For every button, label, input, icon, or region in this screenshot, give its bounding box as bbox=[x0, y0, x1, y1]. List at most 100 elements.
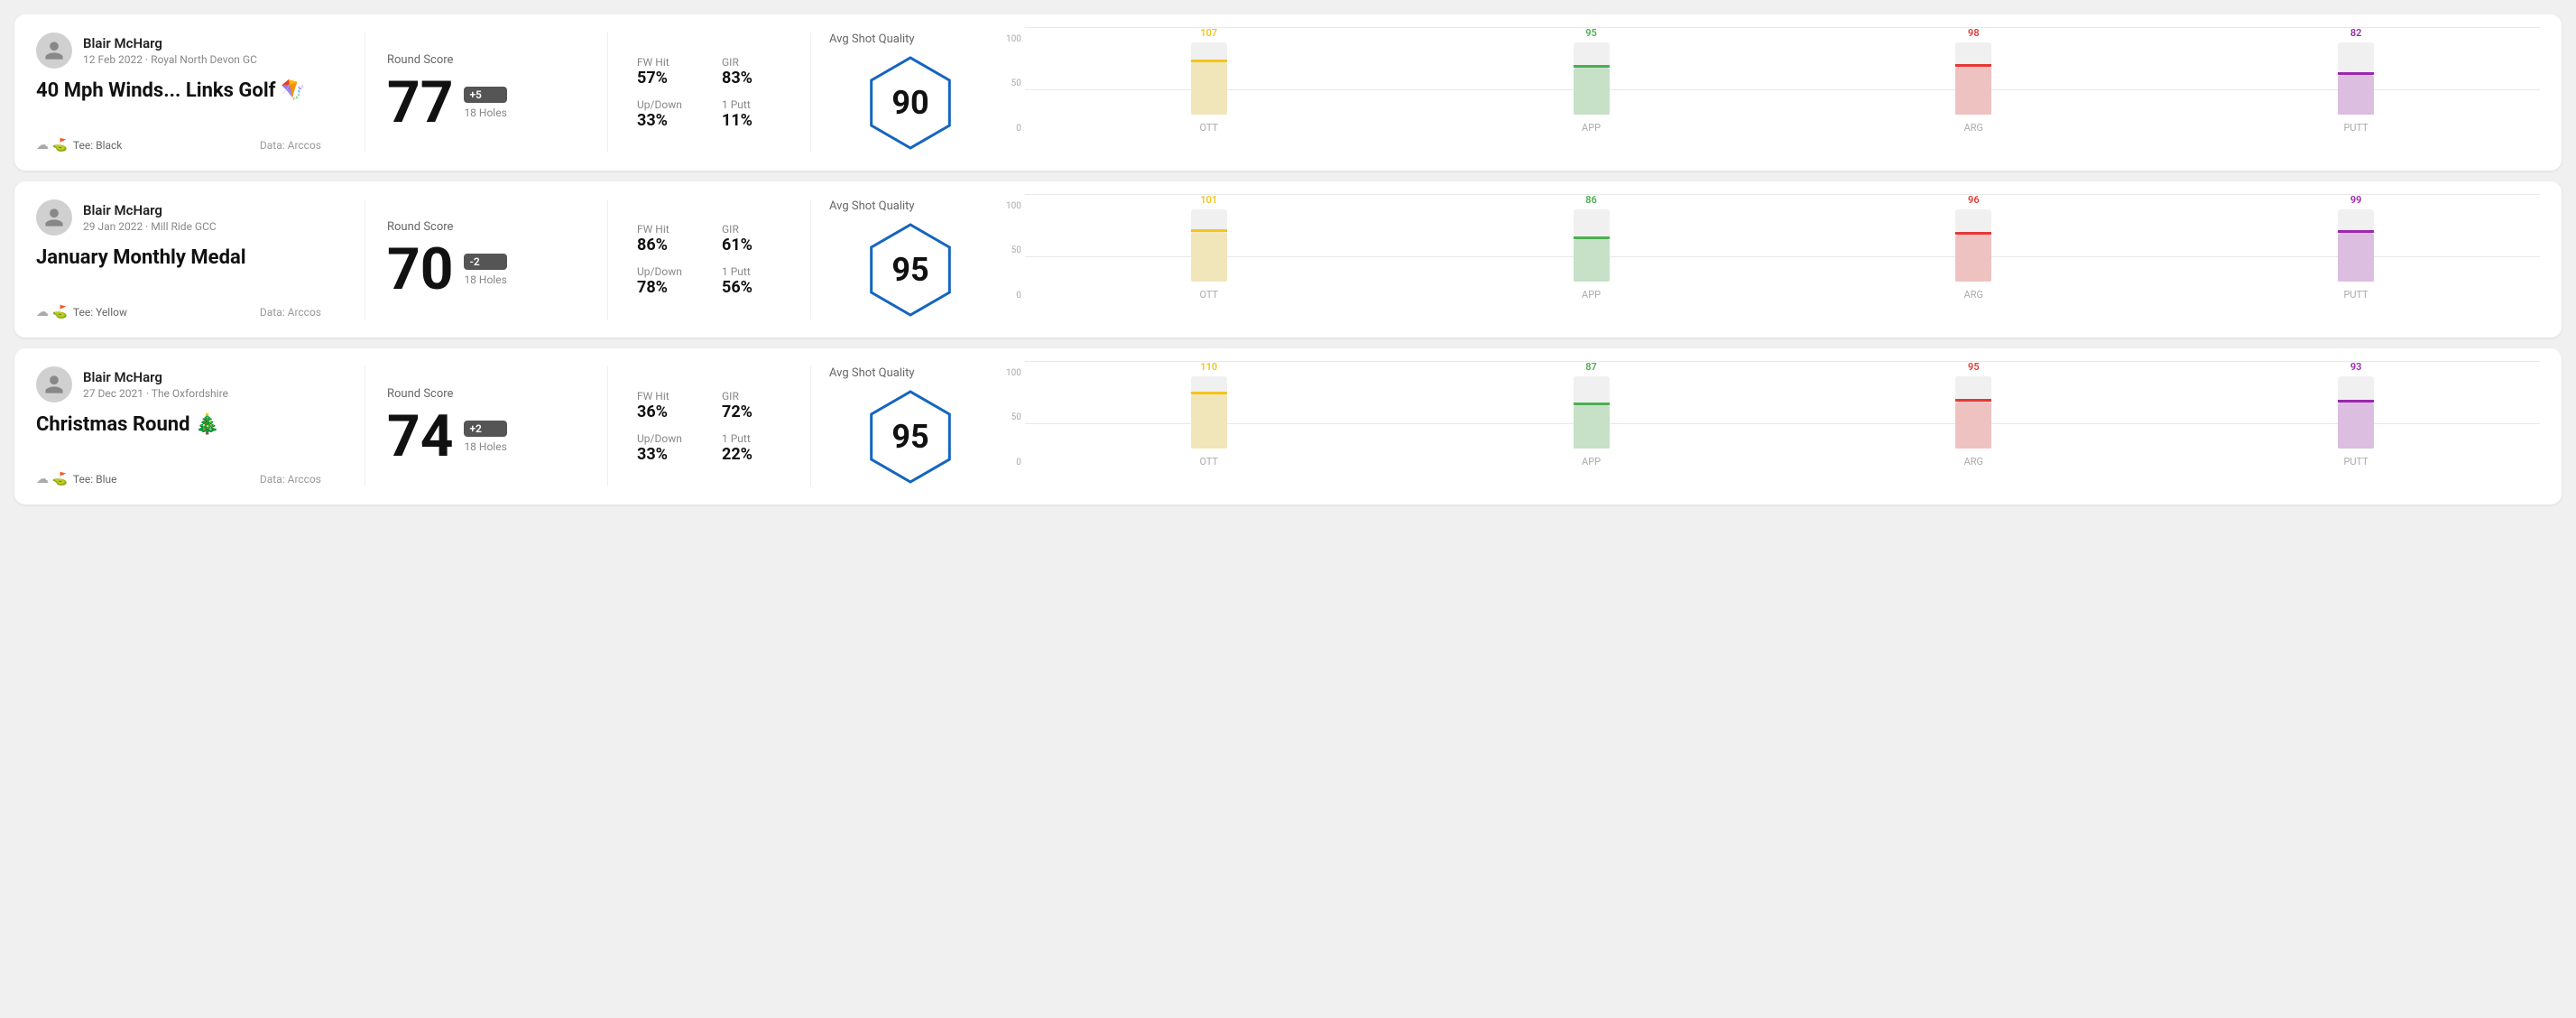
stats-grid: FW Hit 57% GIR 83% Up/Down 33% 1 Putt 11… bbox=[637, 56, 785, 130]
bar-line-ott bbox=[1191, 60, 1227, 62]
updown-value: 33% bbox=[637, 445, 700, 464]
weather-icon: ☁ ⛳ bbox=[36, 138, 68, 153]
gir-label: GIR bbox=[722, 223, 785, 236]
bar-group-arg: 96 ARG bbox=[1789, 194, 2157, 301]
bar-value-ott: 110 bbox=[1200, 361, 1217, 373]
bar-chart: 100 50 0 107 OTT bbox=[1006, 34, 2540, 152]
user-name: Blair McHarg bbox=[83, 369, 228, 385]
bar-group-arg: 95 ARG bbox=[1789, 361, 2157, 467]
bar-bg-arg bbox=[1955, 67, 1991, 115]
bar-bg-ott bbox=[1191, 62, 1227, 115]
round-score-label: Round Score bbox=[387, 387, 586, 401]
bar-group-app: 86 APP bbox=[1408, 194, 1776, 301]
bar-bg-ott bbox=[1191, 394, 1227, 448]
score-row: 70 -2 18 Holes bbox=[387, 241, 586, 299]
user-details: Blair McHarg 27 Dec 2021 · The Oxfordshi… bbox=[83, 369, 228, 400]
bar-group-app: 95 APP bbox=[1408, 27, 1776, 134]
bar-group-ott: 110 OTT bbox=[1025, 361, 1393, 467]
one-putt-label: 1 Putt bbox=[722, 432, 785, 445]
bar-value-app: 86 bbox=[1585, 194, 1597, 206]
bar-wrapper-arg bbox=[1955, 376, 1991, 449]
bar-chart: 100 50 0 110 OTT bbox=[1006, 368, 2540, 486]
bar-value-putt: 82 bbox=[2350, 27, 2362, 39]
bottom-meta: ☁ ⛳ Tee: Black Data: Arccos bbox=[36, 138, 321, 153]
bar-group-putt: 82 PUTT bbox=[2172, 27, 2540, 134]
score-badge: +5 bbox=[464, 87, 506, 103]
bar-xlabel-app: APP bbox=[1582, 456, 1601, 467]
avatar bbox=[36, 32, 72, 69]
person-icon bbox=[43, 207, 65, 228]
bar-wrapper-ott bbox=[1191, 209, 1227, 282]
one-putt-stat: 1 Putt 22% bbox=[722, 432, 785, 464]
score-row: 77 +5 18 Holes bbox=[387, 74, 586, 132]
tee-label: Tee: Yellow bbox=[73, 306, 127, 319]
bar-wrapper-arg bbox=[1955, 209, 1991, 282]
one-putt-value: 11% bbox=[722, 111, 785, 130]
divider-3 bbox=[810, 32, 811, 153]
bar-value-ott: 101 bbox=[1200, 194, 1217, 206]
bar-value-arg: 96 bbox=[1968, 194, 1980, 206]
avg-shot-quality-label: Avg Shot Quality bbox=[829, 32, 915, 46]
round-card-card1: Blair McHarg 12 Feb 2022 · Royal North D… bbox=[14, 14, 2562, 171]
updown-label: Up/Down bbox=[637, 432, 700, 445]
y-label-0: 0 bbox=[1006, 124, 1021, 134]
user-date: 12 Feb 2022 · Royal North Devon GC bbox=[83, 53, 257, 66]
gir-stat: GIR 72% bbox=[722, 390, 785, 421]
bar-line-app bbox=[1574, 403, 1610, 405]
hexagon-score: 95 bbox=[891, 251, 928, 289]
bar-xlabel-putt: PUTT bbox=[2343, 456, 2368, 467]
grid-line-100 bbox=[1025, 27, 2540, 28]
bar-xlabel-putt: PUTT bbox=[2343, 122, 2368, 134]
bar-bg-app bbox=[1574, 68, 1610, 114]
fw-hit-stat: FW Hit 36% bbox=[637, 390, 700, 421]
bar-value-putt: 93 bbox=[2350, 361, 2362, 373]
one-putt-value: 22% bbox=[722, 445, 785, 464]
fw-hit-value: 57% bbox=[637, 69, 700, 88]
bar-line-putt bbox=[2338, 400, 2374, 403]
quality-section: Avg Shot Quality 90 bbox=[829, 32, 992, 153]
bar-line-arg bbox=[1955, 64, 1991, 67]
bar-line-putt bbox=[2338, 72, 2374, 75]
fw-hit-value: 36% bbox=[637, 403, 700, 421]
round-title: Christmas Round 🎄 bbox=[36, 413, 321, 436]
bar-line-arg bbox=[1955, 399, 1991, 402]
hexagon-score: 95 bbox=[891, 418, 928, 456]
tee-info: ☁ ⛳ Tee: Black bbox=[36, 138, 122, 153]
score-badge: +2 bbox=[464, 421, 506, 437]
bar-bg-putt bbox=[2338, 75, 2374, 115]
chart-section: 100 50 0 110 OTT bbox=[992, 366, 2540, 486]
fw-hit-stat: FW Hit 57% bbox=[637, 56, 700, 88]
tee-info: ☁ ⛳ Tee: Blue bbox=[36, 472, 116, 486]
updown-value: 78% bbox=[637, 278, 700, 297]
person-icon bbox=[43, 374, 65, 395]
bar-xlabel-ott: OTT bbox=[1199, 289, 1218, 301]
stats-section: FW Hit 86% GIR 61% Up/Down 78% 1 Putt 56… bbox=[630, 199, 792, 319]
hexagon-score: 90 bbox=[891, 84, 928, 122]
gir-stat: GIR 83% bbox=[722, 56, 785, 88]
gir-value: 61% bbox=[722, 236, 785, 255]
bar-bg-ott bbox=[1191, 232, 1227, 281]
tee-label: Tee: Black bbox=[73, 139, 122, 152]
score-holes: 18 Holes bbox=[464, 273, 506, 286]
bar-wrapper-ott bbox=[1191, 376, 1227, 449]
bar-wrapper-app bbox=[1574, 42, 1610, 115]
tee-info: ☁ ⛳ Tee: Yellow bbox=[36, 305, 127, 319]
bar-line-ott bbox=[1191, 392, 1227, 394]
fw-hit-stat: FW Hit 86% bbox=[637, 223, 700, 255]
tee-label: Tee: Blue bbox=[73, 473, 117, 486]
middle-section: Round Score 74 +2 18 Holes bbox=[387, 366, 586, 486]
score-meta: +2 18 Holes bbox=[464, 421, 506, 453]
bar-bg-putt bbox=[2338, 403, 2374, 448]
divider-3 bbox=[810, 366, 811, 486]
grid-line-50 bbox=[1025, 423, 2540, 424]
y-label-100: 100 bbox=[1006, 34, 1021, 44]
round-score-label: Round Score bbox=[387, 220, 586, 234]
bar-xlabel-arg: ARG bbox=[1964, 122, 1983, 134]
quality-section: Avg Shot Quality 95 bbox=[829, 199, 992, 319]
score-number: 74 bbox=[387, 408, 453, 466]
gir-label: GIR bbox=[722, 56, 785, 69]
bar-wrapper-app bbox=[1574, 209, 1610, 282]
left-section: Blair McHarg 12 Feb 2022 · Royal North D… bbox=[36, 32, 343, 153]
bar-value-arg: 95 bbox=[1968, 361, 1980, 373]
bar-line-arg bbox=[1955, 232, 1991, 235]
